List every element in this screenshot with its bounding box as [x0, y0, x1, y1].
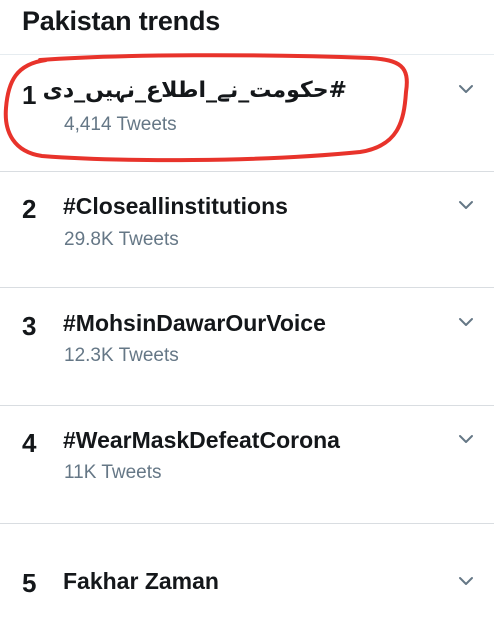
trend-name[interactable]: #Closeallinstitutions	[63, 193, 288, 220]
chevron-down-icon[interactable]	[458, 434, 474, 444]
trend-item-5[interactable]: 5 Fakhar Zaman	[0, 526, 494, 642]
trend-item-2[interactable]: 2 #Closeallinstitutions 29.8K Tweets	[0, 172, 494, 288]
trend-tweet-count: 29.8K Tweets	[64, 229, 179, 250]
trend-rank: 4	[22, 428, 37, 458]
trend-name[interactable]: #حکومت_نے_اطلاع_نہیں_دی	[43, 78, 347, 103]
chevron-down-icon[interactable]	[458, 200, 474, 210]
trend-rank: 2	[22, 194, 37, 224]
trend-name[interactable]: Fakhar Zaman	[63, 568, 219, 595]
trend-name[interactable]: #MohsinDawarOurVoice	[63, 310, 326, 337]
trend-rank: 3	[22, 311, 37, 341]
trends-header: Pakistan trends	[22, 6, 221, 36]
trend-tweet-count: 12.3K Tweets	[64, 345, 179, 366]
chevron-down-icon[interactable]	[458, 84, 474, 94]
trend-item-4[interactable]: 4 #WearMaskDefeatCorona 11K Tweets	[0, 408, 494, 524]
trend-name[interactable]: #WearMaskDefeatCorona	[63, 427, 340, 454]
trend-item-1[interactable]: 1 #حکومت_نے_اطلاع_نہیں_دی 4,414 Tweets	[0, 56, 494, 172]
trend-rank: 5	[22, 568, 37, 598]
chevron-down-icon[interactable]	[458, 576, 474, 586]
header-divider	[0, 54, 494, 55]
trend-rank: 1	[22, 80, 37, 110]
trend-item-3[interactable]: 3 #MohsinDawarOurVoice 12.3K Tweets	[0, 290, 494, 406]
trend-tweet-count: 4,414 Tweets	[64, 114, 177, 135]
chevron-down-icon[interactable]	[458, 317, 474, 327]
trend-tweet-count: 11K Tweets	[64, 462, 162, 483]
